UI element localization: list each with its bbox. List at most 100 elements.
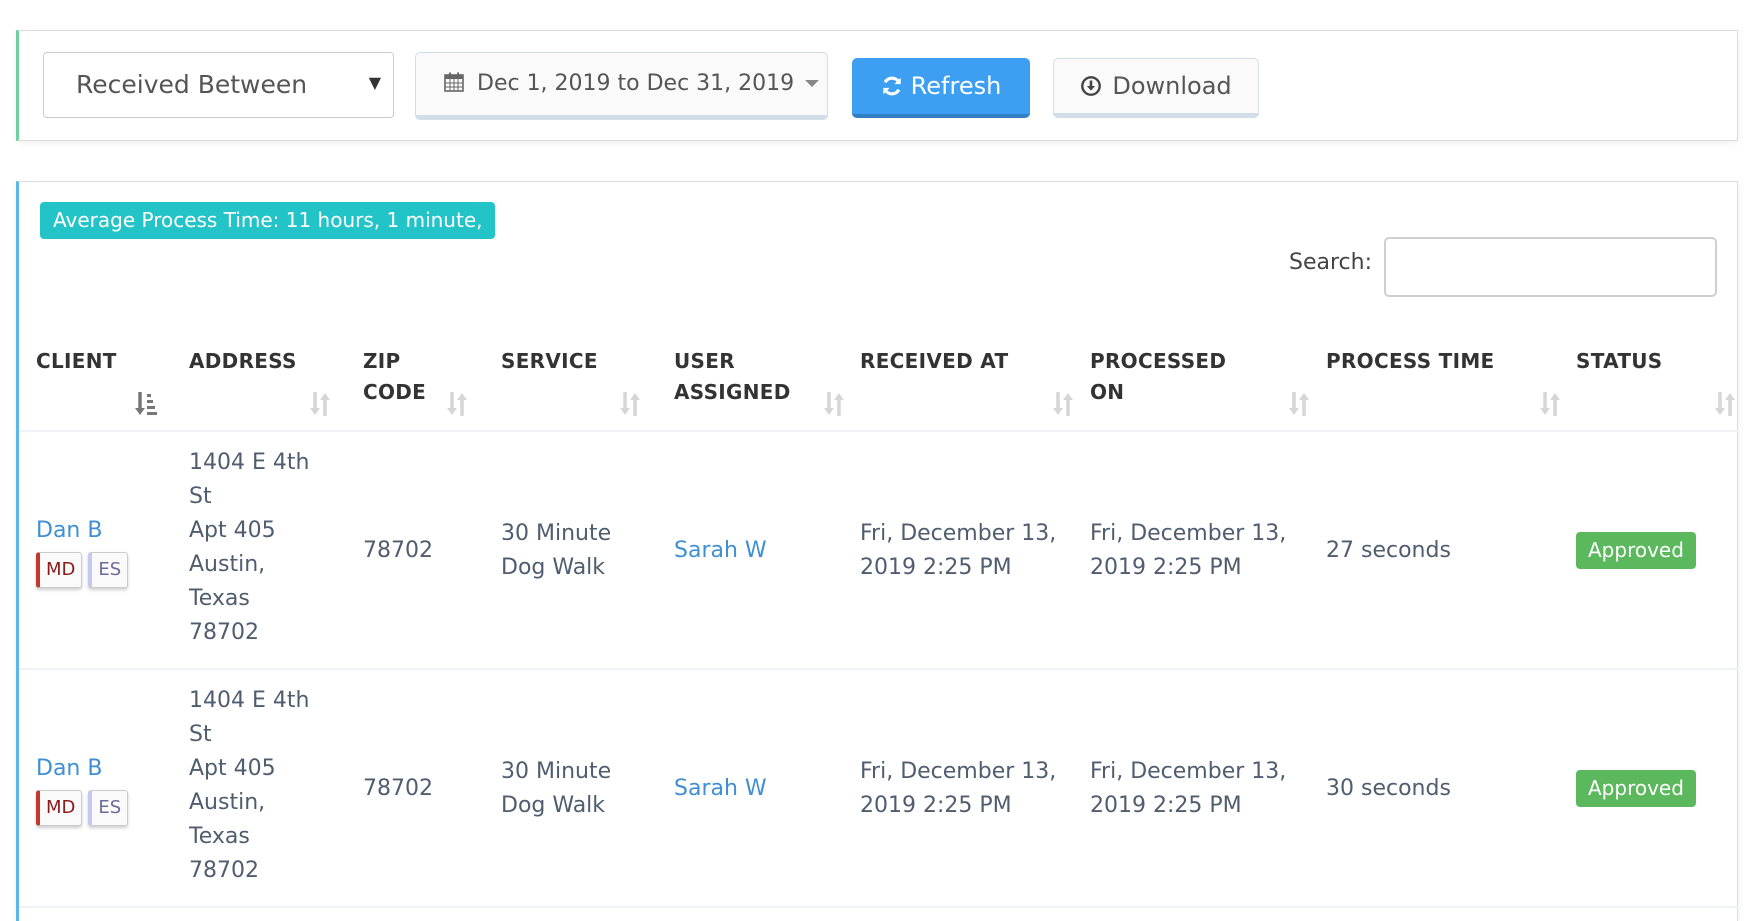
column-label: STATUS xyxy=(1576,349,1663,373)
user-assigned-link[interactable]: Sarah W xyxy=(674,772,767,806)
column-label: USER ASSIGNED xyxy=(674,349,791,404)
column-header-process-time[interactable]: PROCESS TIME xyxy=(1326,330,1566,432)
client-cell: Dan B MD ES xyxy=(36,514,134,588)
column-label: PROCESS TIME xyxy=(1326,349,1495,373)
processed-on-line: 2019 2:25 PM xyxy=(1090,793,1242,818)
received-at-line: 2019 2:25 PM xyxy=(860,793,1012,818)
received-at-line: Fri, December 13, xyxy=(860,521,1057,546)
download-circle-icon xyxy=(1081,76,1102,96)
table-row: Dan B MD ES 1404 E 4th St Apt 405 Austin,… xyxy=(19,670,1738,908)
tag-md[interactable]: MD xyxy=(36,552,83,588)
service-cell: 30 Minute Dog Walk xyxy=(501,755,611,823)
processed-on-cell: Fri, December 13, 2019 2:25 PM xyxy=(1090,755,1286,823)
sort-both-icon xyxy=(1289,392,1309,416)
caret-down-icon xyxy=(805,80,820,87)
table-row: Dan B MD ES 1404 E 4th St Apt 405 Austin,… xyxy=(19,432,1738,670)
received-at-cell: Fri, December 13, 2019 2:25 PM xyxy=(860,755,1056,823)
tag-es[interactable]: ES xyxy=(88,790,129,826)
refresh-icon xyxy=(882,76,901,96)
sort-both-icon xyxy=(1053,392,1073,416)
address-line: 1404 E 4th xyxy=(189,688,310,713)
tag-md[interactable]: MD xyxy=(36,790,83,826)
sort-both-icon xyxy=(620,392,640,416)
date-range-picker[interactable]: Dec 1, 2019 to Dec 31, 2019 xyxy=(415,52,828,120)
address-cell: 1404 E 4th St Apt 405 Austin, Texas 7870… xyxy=(189,684,309,888)
column-label: SERVICE xyxy=(501,349,598,373)
zip-cell: 78702 xyxy=(363,776,433,801)
column-header-client[interactable]: CLIENT xyxy=(36,330,176,432)
status-cell: Approved xyxy=(1576,532,1696,569)
address-line: St xyxy=(189,484,212,509)
status-badge: Approved xyxy=(1576,532,1696,569)
user-assigned-link[interactable]: Sarah W xyxy=(674,534,767,568)
sort-ascending-icon xyxy=(135,392,157,415)
service-cell: 30 Minute Dog Walk xyxy=(501,517,611,585)
status-badge: Approved xyxy=(1576,770,1696,807)
download-button[interactable]: Download xyxy=(1053,58,1259,118)
column-header-status[interactable]: STATUS xyxy=(1576,330,1736,432)
date-field-select[interactable]: Received Between ▼ xyxy=(43,52,394,118)
process-time-cell: 27 seconds xyxy=(1326,538,1451,563)
column-header-address[interactable]: ADDRESS xyxy=(189,330,359,432)
client-tags: MD ES xyxy=(36,790,134,826)
column-header-received-at[interactable]: RECEIVED AT xyxy=(860,330,1080,432)
address-line: Texas xyxy=(189,824,250,849)
column-label: ZIP CODE xyxy=(363,349,427,404)
address-line: Austin, xyxy=(189,552,266,577)
column-label: CLIENT xyxy=(36,349,117,373)
calendar-icon xyxy=(444,72,464,92)
report-panel: Average Process Time: 11 hours, 1 minute… xyxy=(16,181,1738,921)
received-at-line: 2019 2:25 PM xyxy=(860,555,1012,580)
date-field-select-value: Received Between xyxy=(76,70,308,99)
processed-on-line: Fri, December 13, xyxy=(1090,759,1287,784)
zip-cell: 78702 xyxy=(363,538,433,563)
client-link[interactable]: Dan B xyxy=(36,752,134,786)
search-label: Search: xyxy=(1289,250,1372,275)
column-label: PROCESSED ON xyxy=(1090,349,1227,404)
service-line: 30 Minute xyxy=(501,759,612,784)
table-header: CLIENT ADDRESS ZIP CODE SERVICE USER ASS… xyxy=(19,330,1738,432)
sort-both-icon xyxy=(824,392,844,416)
sort-both-icon xyxy=(1715,392,1735,416)
refresh-button[interactable]: Refresh xyxy=(852,58,1030,118)
chevron-down-icon: ▼ xyxy=(368,73,381,92)
column-label: ADDRESS xyxy=(189,349,297,373)
column-header-user-assigned[interactable]: USER ASSIGNED xyxy=(674,330,854,432)
service-line: Dog Walk xyxy=(501,793,606,818)
address-line: 78702 xyxy=(189,620,259,645)
client-tags: MD ES xyxy=(36,552,134,588)
column-header-zip-code[interactable]: ZIP CODE xyxy=(363,330,493,432)
column-header-service[interactable]: SERVICE xyxy=(501,330,661,432)
sort-both-icon xyxy=(310,392,330,416)
tag-es[interactable]: ES xyxy=(88,552,129,588)
client-link[interactable]: Dan B xyxy=(36,514,134,548)
processed-on-line: Fri, December 13, xyxy=(1090,521,1287,546)
address-line: Austin, xyxy=(189,790,266,815)
sort-both-icon xyxy=(447,392,467,416)
processed-on-cell: Fri, December 13, 2019 2:25 PM xyxy=(1090,517,1286,585)
address-line: Apt 405 xyxy=(189,518,276,543)
search-input[interactable] xyxy=(1384,237,1717,297)
address-line: Texas xyxy=(189,586,250,611)
address-line: 1404 E 4th xyxy=(189,450,310,475)
service-line: Dog Walk xyxy=(501,555,606,580)
column-label: RECEIVED AT xyxy=(860,349,1009,373)
status-cell: Approved xyxy=(1576,770,1696,807)
download-label: Download xyxy=(1112,72,1232,100)
address-line: Apt 405 xyxy=(189,756,276,781)
sort-both-icon xyxy=(1540,392,1560,416)
column-header-processed-on[interactable]: PROCESSED ON xyxy=(1090,330,1310,432)
address-line: 78702 xyxy=(189,858,259,883)
received-at-cell: Fri, December 13, 2019 2:25 PM xyxy=(860,517,1056,585)
process-time-cell: 30 seconds xyxy=(1326,776,1451,801)
processed-on-line: 2019 2:25 PM xyxy=(1090,555,1242,580)
refresh-label: Refresh xyxy=(910,72,1002,100)
address-line: St xyxy=(189,722,212,747)
average-process-time-badge: Average Process Time: 11 hours, 1 minute… xyxy=(40,202,496,239)
service-line: 30 Minute xyxy=(501,521,612,546)
filter-panel: Received Between ▼ Dec 1, 2019 to Dec 31… xyxy=(16,30,1738,141)
received-at-line: Fri, December 13, xyxy=(860,759,1057,784)
address-cell: 1404 E 4th St Apt 405 Austin, Texas 7870… xyxy=(189,446,309,650)
date-range-value: Dec 1, 2019 to Dec 31, 2019 xyxy=(477,71,795,96)
client-cell: Dan B MD ES xyxy=(36,752,134,826)
